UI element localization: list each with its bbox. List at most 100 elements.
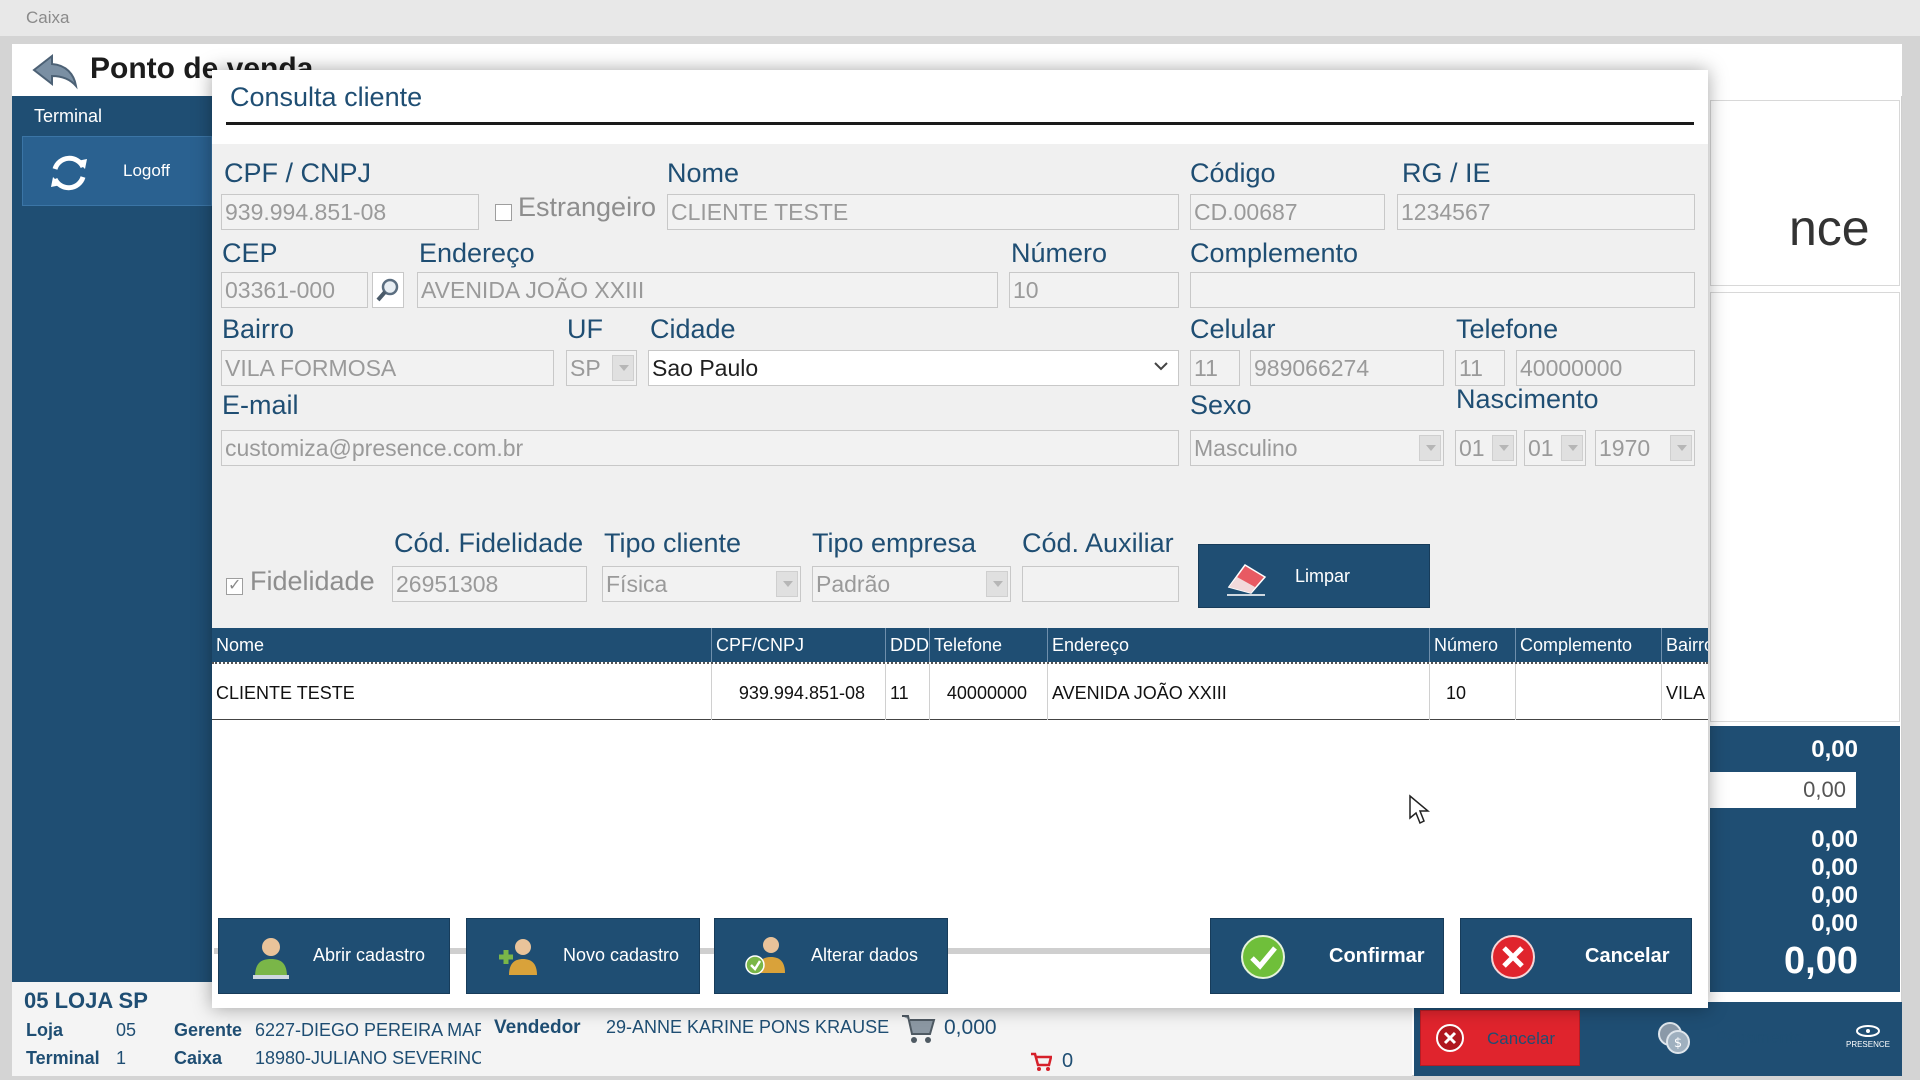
col-numero[interactable]: Número	[1430, 628, 1516, 662]
col-cpf[interactable]: CPF/CNPJ	[712, 628, 886, 662]
grand-total: 0,00	[1784, 940, 1858, 982]
back-arrow-icon[interactable]	[32, 52, 78, 90]
brand-logo-fragment: nce	[1789, 200, 1870, 256]
tipo-cliente-label: Tipo cliente	[604, 528, 742, 558]
nome-label: Nome	[667, 158, 740, 188]
cell-bairro: VILA	[1666, 683, 1706, 703]
confirmar-button[interactable]: Confirmar	[1210, 918, 1444, 994]
nascimento-dia-select[interactable]: 01	[1455, 430, 1517, 466]
nascimento-ano-select[interactable]: 1970	[1595, 430, 1695, 466]
total-line-2: 0,00	[1811, 826, 1858, 853]
endereco-field[interactable]: AVENIDA JOÃO XXIII	[417, 272, 998, 308]
store-name: 05 LOJA SP	[24, 988, 148, 1013]
novo-cadastro-button[interactable]: Novo cadastro	[466, 918, 700, 994]
confirmar-label: Confirmar	[1329, 945, 1425, 967]
presence-logo-text: PRESENCE	[1845, 1040, 1890, 1049]
tipo-cliente-select[interactable]: Física	[602, 566, 801, 602]
telefone-field[interactable]: 40000000	[1516, 350, 1695, 386]
estrangeiro-label: Estrangeiro	[518, 192, 657, 222]
cell-complemento	[1516, 664, 1662, 720]
alterar-dados-button[interactable]: Alterar dados	[714, 918, 948, 994]
uf-select[interactable]: SP	[566, 350, 637, 386]
codigo-label: Código	[1190, 158, 1276, 188]
cod-fidelidade-label: Cód. Fidelidade	[394, 528, 584, 558]
tipo-empresa-label: Tipo empresa	[812, 528, 977, 558]
cancelar-button[interactable]: Cancelar	[1460, 918, 1692, 994]
payment-button[interactable]: $ Pagamento PRESENCE	[1588, 1010, 1894, 1066]
dia-dropdown-arrow-icon[interactable]	[1492, 435, 1514, 461]
numero-label: Número	[1011, 238, 1108, 268]
cod-auxiliar-label: Cód. Auxiliar	[1022, 528, 1174, 558]
rg-field[interactable]: 1234567	[1397, 194, 1695, 230]
complemento-label: Complemento	[1190, 238, 1359, 268]
check-icon	[1241, 935, 1285, 979]
cpf-field[interactable]: 939.994.851-08	[221, 194, 479, 230]
cod-fidelidade-field[interactable]: 26951308	[392, 566, 587, 602]
consulta-cliente-dialog: Consulta cliente CPF / CNPJ 939.994.851-…	[212, 70, 1708, 1008]
uf-dropdown-arrow-icon[interactable]	[612, 355, 634, 381]
close-icon	[1491, 935, 1535, 979]
totals-panel: 0,00 0,00 0,00 0,00 0,00 0,00 0,00	[1710, 726, 1900, 992]
cancel-icon	[1436, 1024, 1464, 1052]
nome-field[interactable]: CLIENTE TESTE	[667, 194, 1179, 230]
cep-field[interactable]: 03361-000	[221, 272, 368, 308]
col-bairro[interactable]: Bairro	[1662, 628, 1708, 662]
complemento-field[interactable]	[1190, 272, 1695, 308]
numero-field[interactable]: 10	[1009, 272, 1179, 308]
total-line-4: 0,00	[1811, 882, 1858, 909]
cell-nome: CLIENTE TESTE	[212, 664, 712, 720]
cod-auxiliar-field[interactable]	[1022, 566, 1179, 602]
loja-value: 05	[116, 1020, 137, 1040]
estrangeiro-checkbox[interactable]	[495, 204, 512, 221]
item-count: 0	[1062, 1050, 1074, 1072]
celular-field[interactable]: 989066274	[1250, 350, 1444, 386]
sexo-select[interactable]: Masculino	[1190, 430, 1444, 466]
cart-icon	[902, 1015, 936, 1043]
gerente-label: Gerente	[174, 1020, 243, 1040]
tipo-empresa-select[interactable]: Padrão	[812, 566, 1011, 602]
col-telefone[interactable]: Telefone	[930, 628, 1048, 662]
window-title: Caixa	[0, 0, 1920, 36]
email-label: E-mail	[222, 390, 299, 420]
col-endereco[interactable]: Endereço	[1048, 628, 1430, 662]
cep-label: CEP	[222, 238, 278, 268]
limpar-button[interactable]: Limpar	[1198, 544, 1430, 608]
tipo-empresa-dropdown-arrow-icon[interactable]	[986, 571, 1008, 597]
fidelidade-checkbox[interactable]	[226, 575, 243, 595]
codigo-field[interactable]: CD.00687	[1190, 194, 1385, 230]
user-icon	[253, 938, 289, 979]
cancel-sale-button[interactable]: Cancelar	[1420, 1010, 1580, 1066]
endereco-label: Endereço	[419, 238, 535, 268]
celular-ddd-field[interactable]: 11	[1190, 350, 1240, 386]
cidade-label: Cidade	[650, 314, 736, 344]
brand-panel: nce	[1710, 100, 1900, 286]
table-row[interactable]: CLIENTE TESTE 939.994.851-08 11 40000000…	[212, 662, 1708, 720]
payment-label: Pagamento	[1716, 1028, 1803, 1047]
email-field[interactable]: customiza@presence.com.br	[221, 430, 1179, 466]
sexo-dropdown-arrow-icon[interactable]	[1419, 435, 1441, 461]
bairro-field[interactable]: VILA FORMOSA	[221, 350, 554, 386]
tipo-cliente-dropdown-arrow-icon[interactable]	[776, 571, 798, 597]
nascimento-mes-select[interactable]: 01	[1524, 430, 1586, 466]
uf-value: SP	[570, 355, 601, 381]
ano-dropdown-arrow-icon[interactable]	[1670, 435, 1692, 461]
bairro-label: Bairro	[222, 314, 295, 344]
cidade-select[interactable]: Sao Paulo	[648, 350, 1179, 386]
col-ddd[interactable]: DDD	[886, 628, 930, 662]
col-nome[interactable]: Nome	[212, 628, 712, 662]
results-table: Nome CPF/CNPJ DDD Telefone Endereço Núme…	[212, 628, 1708, 966]
items-panel	[1710, 292, 1900, 722]
telefone-ddd-field[interactable]: 11	[1455, 350, 1505, 386]
logoff-button[interactable]: Logoff	[22, 136, 212, 206]
caixa-label: Caixa	[174, 1048, 223, 1068]
vendedor-value: 29-ANNE KARINE PONS KRAUSE	[606, 1017, 890, 1037]
abrir-cadastro-button[interactable]: Abrir cadastro	[218, 918, 450, 994]
mes-dropdown-arrow-icon[interactable]	[1561, 435, 1583, 461]
limpar-label: Limpar	[1295, 566, 1351, 586]
cep-search-button[interactable]	[372, 272, 404, 308]
alterar-dados-label: Alterar dados	[811, 945, 919, 965]
chevron-down-icon[interactable]	[1152, 357, 1170, 375]
discount-input[interactable]: 0,00	[1710, 772, 1856, 808]
nascimento-label: Nascimento	[1456, 384, 1599, 414]
col-complemento[interactable]: Complemento	[1516, 628, 1662, 662]
